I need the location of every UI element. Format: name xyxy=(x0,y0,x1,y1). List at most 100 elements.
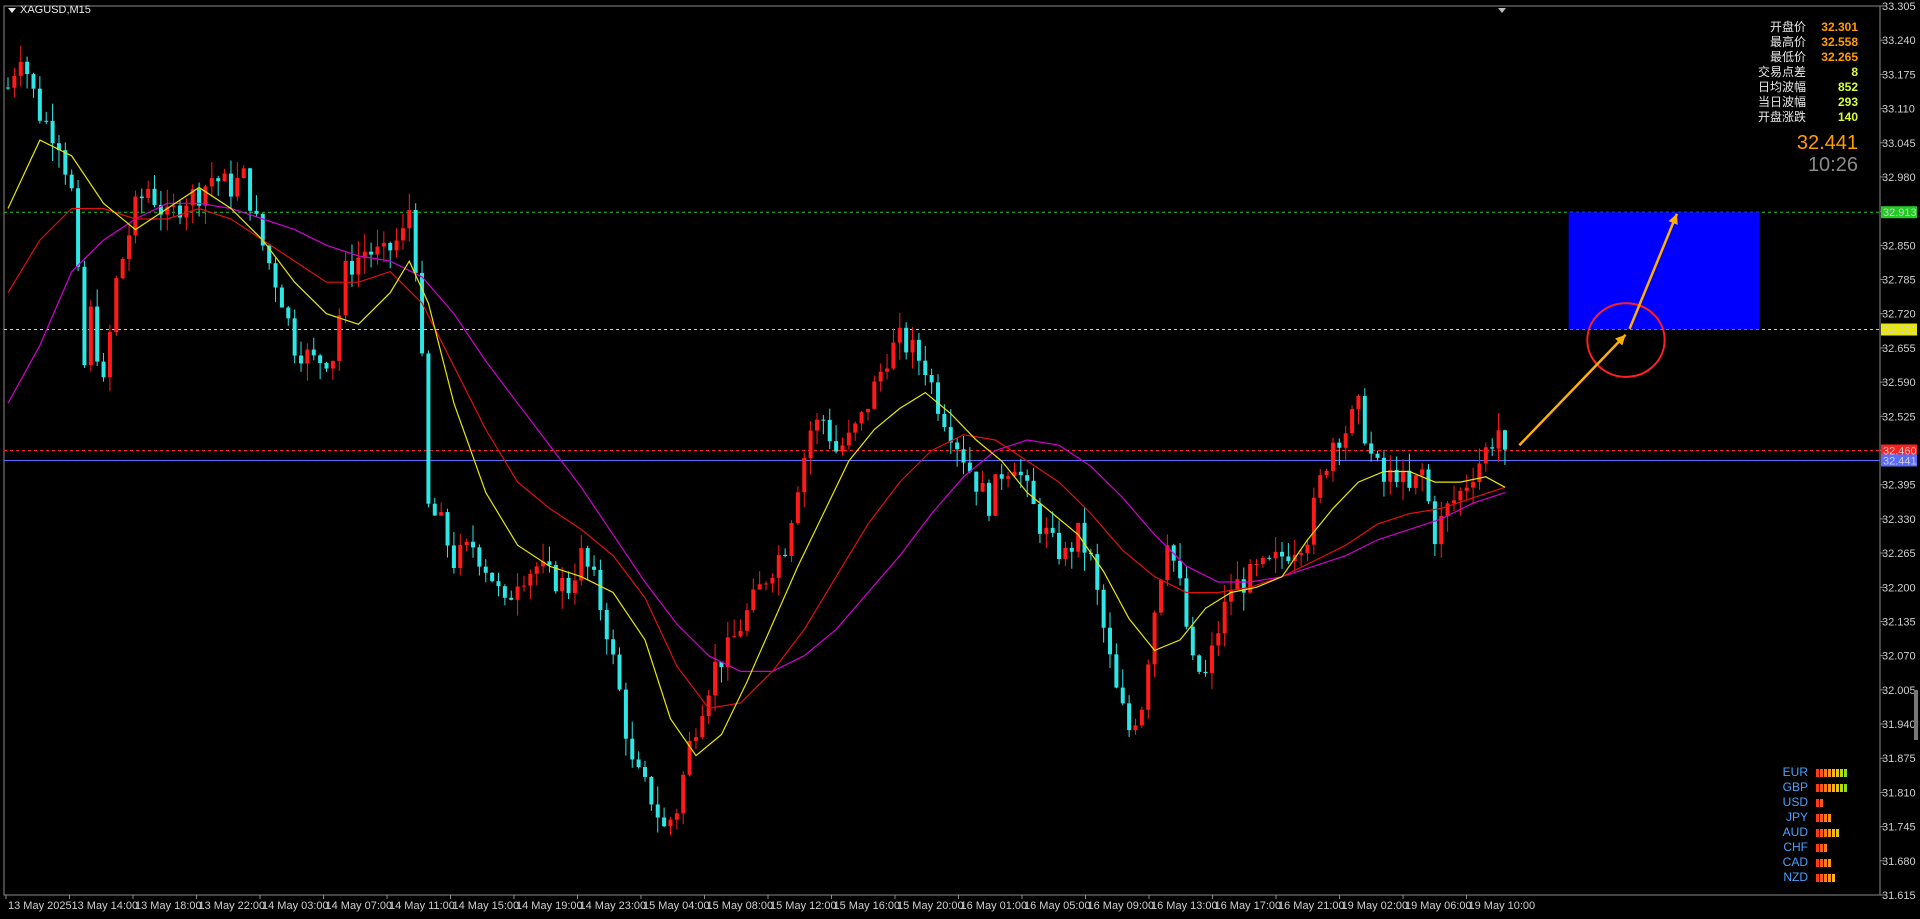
candle-body xyxy=(936,382,941,414)
candle-body xyxy=(1114,654,1119,688)
y-tick-label: 33.175 xyxy=(1882,69,1916,81)
y-tick-label: 33.240 xyxy=(1882,35,1916,47)
ma-slow-line xyxy=(7,202,1506,672)
strength-bars xyxy=(1816,768,1858,777)
candle-body xyxy=(1330,442,1335,471)
strength-bars xyxy=(1816,828,1858,837)
info-row: 当日波幅 293 xyxy=(1758,95,1858,110)
candle-body xyxy=(490,572,495,582)
forecast-arrow-1 xyxy=(1518,333,1627,447)
candle-body xyxy=(216,178,221,182)
strength-bar xyxy=(1816,828,1819,837)
candle-body xyxy=(534,566,539,574)
strength-bars xyxy=(1816,813,1858,822)
x-tick-label: 15 May 20:00 xyxy=(897,900,964,912)
dropdown-triangle-icon[interactable] xyxy=(8,7,16,13)
candle-body xyxy=(426,353,431,504)
candle-body xyxy=(330,360,335,369)
candle-body xyxy=(477,547,482,567)
candle-body xyxy=(44,120,49,122)
candle-body xyxy=(827,419,832,442)
candle-body xyxy=(12,75,17,88)
candle-body xyxy=(273,263,278,288)
price-chart[interactable]: 33.305 33.240 33.175 33.110 33.045 32.980 32.9… xyxy=(0,0,1920,919)
candle-body xyxy=(139,196,144,199)
candle-body xyxy=(88,306,93,366)
y-tick-label: 32.135 xyxy=(1882,616,1916,628)
candle-body xyxy=(1127,703,1132,731)
candle-body xyxy=(579,548,584,581)
strength-bar xyxy=(1828,768,1831,777)
strength-bar xyxy=(1844,783,1847,792)
candle-body xyxy=(439,512,444,516)
x-tick-label: 16 May 13:00 xyxy=(1151,900,1218,912)
strength-bar xyxy=(1836,783,1839,792)
currency-row: NZD xyxy=(1778,870,1858,885)
candle-body xyxy=(878,371,883,382)
candle-body xyxy=(681,774,686,814)
candle-body xyxy=(483,566,488,573)
y-tick-label: 33.305 xyxy=(1882,1,1916,13)
currency-row: AUD xyxy=(1778,825,1858,840)
candle-body xyxy=(369,251,374,255)
strength-bar xyxy=(1832,828,1835,837)
y-tick-label: 32.330 xyxy=(1882,514,1916,526)
candle-body xyxy=(1496,430,1501,449)
candle-body xyxy=(432,503,437,516)
candle-body xyxy=(1324,470,1329,476)
candle-body xyxy=(808,430,813,459)
candle-body xyxy=(1439,516,1444,545)
candle-body xyxy=(776,554,781,578)
candle-body xyxy=(50,121,55,144)
candle-body xyxy=(1158,579,1163,613)
candle-body xyxy=(592,566,597,570)
strength-bar xyxy=(1816,873,1819,882)
candle-body xyxy=(674,813,679,820)
candle-body xyxy=(1401,470,1406,483)
candle-body xyxy=(37,88,42,121)
strength-bar xyxy=(1836,828,1839,837)
candle-body xyxy=(770,577,775,584)
symbol-title[interactable]: XAGUSD,M15 xyxy=(8,4,91,16)
info-label: 日均波幅 xyxy=(1757,80,1806,94)
info-label: 开盘涨跌 xyxy=(1757,110,1806,124)
candle-body xyxy=(1362,395,1367,444)
strength-bar xyxy=(1820,768,1823,777)
x-tick-label: 13 May 2025 xyxy=(8,900,72,912)
candle-body xyxy=(311,349,316,356)
scroll-handle[interactable] xyxy=(1914,690,1918,740)
y-tick-label: 31.680 xyxy=(1882,856,1916,868)
candle-body xyxy=(241,168,246,179)
candle-body xyxy=(375,246,380,255)
candle-body xyxy=(1337,442,1342,448)
candle-body xyxy=(1082,522,1087,553)
candle-body xyxy=(1280,551,1284,557)
candle-body xyxy=(1502,430,1507,450)
candle-body xyxy=(356,257,361,275)
y-tick-label: 32.850 xyxy=(1882,240,1916,252)
candle-body xyxy=(209,178,214,187)
candle-body xyxy=(1222,601,1227,634)
strength-bar xyxy=(1828,858,1831,867)
candle-body xyxy=(1369,443,1374,454)
currency-name: NZD xyxy=(1783,870,1808,884)
y-tick-label: 31.875 xyxy=(1882,753,1916,765)
current-price-readout: 32.441 xyxy=(1796,132,1858,154)
candle-body xyxy=(649,776,654,805)
level-price-label: 32.690 xyxy=(1883,325,1917,337)
strength-bar xyxy=(1840,783,1843,792)
candle-body xyxy=(961,449,966,463)
candle-body xyxy=(1216,633,1221,646)
candle-body xyxy=(496,581,501,587)
candle-body xyxy=(604,610,609,640)
candle-body xyxy=(1101,589,1106,628)
strength-bars xyxy=(1816,873,1858,882)
strength-bar xyxy=(1840,768,1843,777)
candle-body xyxy=(521,585,526,587)
y-tick-label: 32.005 xyxy=(1882,685,1916,697)
candle-body xyxy=(840,445,845,452)
strength-bar xyxy=(1820,813,1823,822)
candle-body xyxy=(910,339,915,353)
candle-body xyxy=(1057,532,1062,559)
shift-marker-icon[interactable] xyxy=(1498,8,1506,13)
